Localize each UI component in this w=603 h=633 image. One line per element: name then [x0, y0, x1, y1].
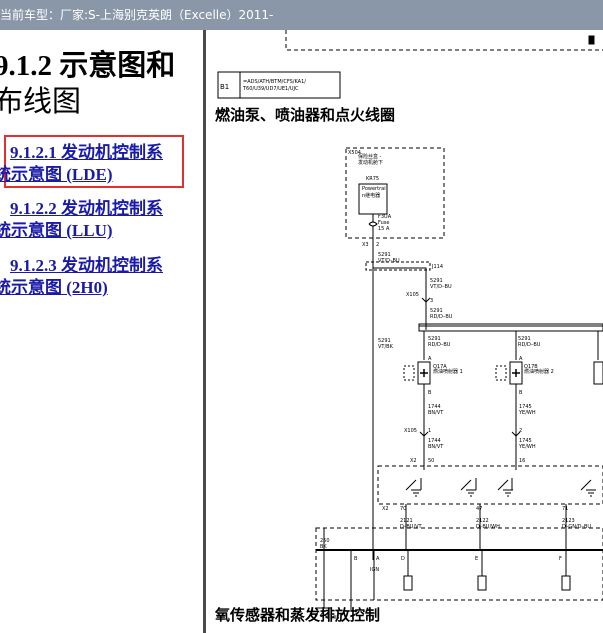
- svg-text:Powertrai: Powertrai: [362, 186, 386, 192]
- section-heading: 9.1.2 示意图和 布线图: [0, 48, 197, 120]
- svg-text:VT/BK: VT/BK: [378, 344, 394, 350]
- svg-text:n继电器: n继电器: [362, 192, 380, 199]
- svg-text:D–BU/VT: D–BU/VT: [400, 524, 423, 530]
- svg-text:47: 47: [476, 506, 482, 512]
- svg-text:VT/D–BU: VT/D–BU: [378, 258, 400, 264]
- toc-panel: 9.1.2 示意图和 布线图 9.1.2.1 发动机控制系 统示意图 (LDE)…: [0, 30, 203, 633]
- svg-text:RD/D–BU: RD/D–BU: [430, 314, 453, 320]
- svg-text:3: 3: [430, 298, 433, 304]
- vehicle-info-bar: 当前车型：厂家:S-上海别克英朗（Excelle）2011-: [0, 0, 603, 30]
- diagram-panel: B1 =ADS/ATH/BTM/CFS/KA1/ T60/U39/UD7/UE1…: [206, 30, 603, 633]
- svg-text:B: B: [519, 390, 523, 396]
- svg-text:RD/D–BU: RD/D–BU: [428, 342, 451, 348]
- svg-text:BN/VT: BN/VT: [428, 444, 444, 450]
- svg-text:IGN: IGN: [370, 567, 379, 573]
- toc-link-lde[interactable]: 9.1.2.1 发动机控制系 统示意图 (LDE): [0, 142, 163, 186]
- svg-text:70: 70: [400, 506, 406, 512]
- svg-text:2: 2: [376, 242, 379, 248]
- svg-text:D: D: [401, 556, 405, 562]
- svg-text:X105: X105: [406, 292, 419, 298]
- svg-text:B: B: [354, 556, 358, 562]
- toc-link-2h0[interactable]: 9.1.2.3 发动机控制系 统示意图 (2H0): [0, 255, 163, 299]
- svg-text:X105: X105: [404, 428, 417, 434]
- svg-text:A: A: [519, 356, 523, 362]
- svg-text:71: 71: [562, 506, 568, 512]
- option-code-box: [217, 71, 341, 99]
- svg-text:燃油喷射器 2: 燃油喷射器 2: [524, 368, 554, 375]
- ecm-box: [377, 465, 603, 505]
- toc-link-llu[interactable]: 9.1.2.2 发动机控制系 统示意图 (LLU): [0, 198, 163, 242]
- svg-text:发动机舱下: 发动机舱下: [358, 159, 383, 166]
- svg-text:E: E: [475, 556, 478, 562]
- svg-text:YE/WH: YE/WH: [518, 410, 536, 416]
- svg-text:BK: BK: [320, 544, 327, 550]
- svg-text:15 A: 15 A: [378, 226, 390, 232]
- svg-text:=ADS/ATH/BTM/CFS/KA1/: =ADS/ATH/BTM/CFS/KA1/: [243, 79, 306, 85]
- svg-text:J114: J114: [431, 264, 443, 270]
- svg-text:2: 2: [519, 428, 522, 434]
- svg-text:B: B: [428, 390, 432, 396]
- svg-text:保险丝盒 -: 保险丝盒 -: [358, 153, 382, 160]
- svg-text:X2: X2: [382, 506, 389, 512]
- svg-text:VT/D–BU: VT/D–BU: [430, 284, 452, 290]
- svg-text:X3: X3: [362, 242, 369, 248]
- section-title-fuel-pump: 燃油泵、喷油器和点火线圈: [215, 106, 396, 124]
- section-title-o2-sensor: 氧传感器和蒸发排放控制: [215, 606, 381, 624]
- svg-text:50: 50: [428, 458, 434, 464]
- vehicle-info-text: 当前车型：厂家:S-上海别克英朗（Excelle）2011-: [0, 8, 274, 22]
- svg-text:X2: X2: [410, 458, 417, 464]
- svg-text:D–GN/D–BU: D–GN/D–BU: [562, 524, 591, 530]
- svg-text:KR75: KR75: [366, 176, 379, 182]
- heading-line2: 布线图: [0, 86, 82, 118]
- svg-text:T60/U39/UD7/UE1/UJC: T60/U39/UD7/UE1/UJC: [242, 86, 299, 92]
- svg-text:A: A: [376, 556, 380, 562]
- svg-text:1: 1: [428, 428, 431, 434]
- svg-text:A: A: [428, 356, 432, 362]
- svg-text:16: 16: [519, 458, 525, 464]
- option-box-id: B1: [220, 83, 229, 91]
- svg-text:BN/VT: BN/VT: [428, 410, 444, 416]
- svg-text:D–BU/WH: D–BU/WH: [476, 524, 500, 530]
- svg-text:RD/D–BU: RD/D–BU: [518, 342, 541, 348]
- svg-text:YE/WH: YE/WH: [518, 444, 536, 450]
- svg-text:燃油喷射器 1: 燃油喷射器 1: [433, 368, 463, 375]
- heading-number: 9.1.2 示意图和: [0, 50, 176, 82]
- svg-text:F: F: [559, 556, 562, 562]
